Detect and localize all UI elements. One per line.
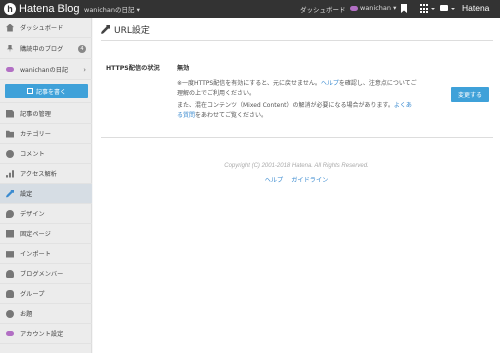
bookmark-icon[interactable] [399, 4, 409, 14]
sidebar-item-label: アカウント設定 [20, 331, 64, 338]
sidebar-item-label: グループ [20, 291, 45, 298]
chevron-down-icon [431, 8, 435, 10]
https-warning-note: ※一度HTTPS配信を有効にすると、元に戻せません。ヘルプを確認し、注意点につい… [177, 79, 417, 99]
user-avatar-icon [350, 5, 358, 11]
notification-icon[interactable] [440, 4, 450, 14]
comment-icon [6, 149, 14, 158]
chevron-right-icon: › [83, 65, 86, 74]
sidebar-item-design[interactable]: デザイン [0, 204, 92, 224]
sidebar-item-label: wanichanの日記 [20, 67, 69, 74]
user-menu[interactable]: wanichan ▾ [350, 4, 396, 12]
https-status-value: 無効 [177, 65, 190, 72]
footer-guideline-link[interactable]: ガイドライン [291, 177, 328, 184]
sidebar-item-static-pages[interactable]: 固定ページ [0, 224, 92, 244]
group-icon [6, 289, 14, 298]
change-button[interactable]: 変更する [451, 87, 489, 102]
sidebar-item-groups[interactable]: グループ [0, 284, 92, 304]
wrench-icon [101, 25, 110, 34]
sidebar-item-categories[interactable]: カテゴリー [0, 124, 92, 144]
import-icon [6, 251, 14, 258]
sidebar-item-label: ブログメンバー [20, 271, 64, 278]
chart-icon [6, 170, 14, 178]
sidebar-item-blog[interactable]: wanichanの日記 › [0, 60, 92, 80]
sidebar-item-articles[interactable]: 記事の管理 [0, 104, 92, 124]
palette-icon [6, 209, 14, 218]
footer-help-link[interactable]: ヘルプ [265, 177, 284, 184]
write-button-area: 記事を書く [0, 81, 92, 103]
sidebar-item-label: ダッシュボード [20, 25, 64, 32]
divider [101, 40, 493, 41]
pin-icon [6, 44, 14, 53]
hatena-logo-icon: h [4, 3, 16, 15]
hatena-blog-logo[interactable]: h Hatena Blog [4, 2, 80, 16]
sidebar-item-label: 購読中のブログ [20, 46, 64, 53]
sidebar-item-label: 記事の管理 [20, 111, 51, 118]
account-icon [6, 331, 14, 336]
brand-name: Hatena Blog [19, 3, 80, 15]
write-article-label: 記事を書く [35, 88, 66, 96]
sidebar-item-settings[interactable]: 設定 [0, 184, 92, 204]
sidebar-item-label: アクセス解析 [20, 171, 57, 178]
sidebar-item-themes[interactable]: お題 [0, 304, 92, 324]
dashboard-link[interactable]: ダッシュボード [300, 4, 346, 14]
main-content: URL設定 HTTPS配信の状況 無効 ※一度HTTPS配信を有効にすると、元に… [93, 18, 500, 353]
sidebar-item-comments[interactable]: コメント [0, 144, 92, 164]
blog-switcher[interactable]: wanichanの日記 ▾ [84, 4, 140, 14]
help-link[interactable]: ヘルプ [321, 80, 339, 87]
avatar-icon [6, 67, 14, 72]
sidebar: ダッシュボード 購読中のブログ 4 wanichanの日記 › 記事を書く 記事… [0, 18, 92, 353]
sidebar-item-import[interactable]: インポート [0, 244, 92, 264]
sidebar-item-label: 固定ページ [20, 231, 51, 238]
sidebar-item-dashboard[interactable]: ダッシュボード [0, 18, 92, 38]
write-article-button[interactable]: 記事を書く [5, 84, 88, 98]
chevron-down-icon [451, 8, 455, 10]
edit-icon [26, 88, 33, 94]
sidebar-item-members[interactable]: ブログメンバー [0, 264, 92, 284]
folder-icon [6, 130, 14, 138]
note-text: をあわせてご覧ください。 [195, 112, 268, 119]
copyright: Copyright (C) 2001-2018 Hatena. All Righ… [224, 163, 369, 169]
footer-links: ヘルプ ガイドライン [93, 175, 500, 184]
page-title: URL設定 [101, 23, 150, 36]
sidebar-item-label: デザイン [20, 211, 45, 218]
members-icon [6, 269, 14, 278]
document-icon [6, 109, 14, 118]
sidebar-item-label: お題 [20, 311, 33, 318]
apps-grid-icon[interactable] [420, 4, 430, 14]
sidebar-item-label: コメント [20, 151, 45, 158]
sidebar-item-account[interactable]: アカウント設定 [0, 324, 92, 344]
note-text: また、混在コンテンツ（Mixed Content）の解消が必要になる場合がありま… [177, 102, 394, 109]
sidebar-item-subscriptions[interactable]: 購読中のブログ 4 [0, 39, 92, 59]
theme-icon [6, 309, 14, 318]
page-title-text: URL設定 [114, 26, 150, 36]
note-text: ※一度HTTPS配信を有効にすると、元に戻せません。 [177, 80, 321, 87]
divider [101, 137, 493, 138]
house-icon [6, 23, 14, 32]
page-icon [6, 229, 14, 238]
count-badge: 4 [78, 44, 86, 53]
hatena-link[interactable]: Hatena [462, 3, 489, 13]
user-name: wanichan ▾ [360, 4, 397, 12]
wrench-icon [6, 189, 14, 198]
mixed-content-note: また、混在コンテンツ（Mixed Content）の解消が必要になる場合がありま… [177, 101, 417, 121]
top-bar: h Hatena Blog wanichanの日記 ▾ ダッシュボード wani… [0, 0, 500, 18]
sidebar-item-label: カテゴリー [20, 131, 51, 138]
sidebar-item-label: 設定 [20, 191, 33, 198]
https-status-label: HTTPS配信の状況 [106, 65, 160, 72]
sidebar-item-label: インポート [20, 251, 51, 258]
sidebar-item-analytics[interactable]: アクセス解析 [0, 164, 92, 184]
